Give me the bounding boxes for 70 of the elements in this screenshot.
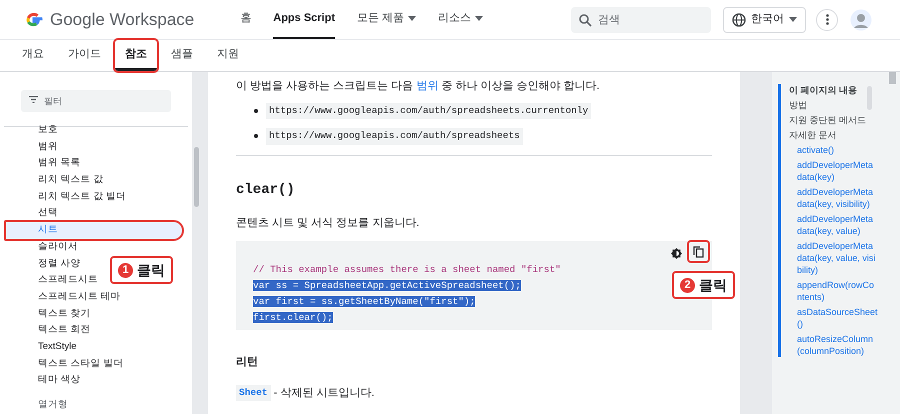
sidebar-item[interactable]: 스프레드시트 [38, 272, 98, 289]
more-options-button[interactable] [816, 8, 838, 30]
scope-url: https://www.googleapis.com/auth/spreadsheets [266, 128, 523, 144]
sidebar-item[interactable]: 보호 [38, 122, 58, 139]
language-button[interactable]: 한국어 [723, 6, 806, 32]
sidebar-section-heading: 열거형 [38, 398, 68, 412]
nav-link[interactable]: Apps Script [273, 0, 335, 39]
tab[interactable]: 샘플 [161, 40, 203, 71]
callout-text: 클릭 [137, 260, 165, 280]
sidebar-item[interactable]: 테마 색상 [38, 372, 81, 389]
scrollbar-thumb[interactable] [194, 147, 199, 207]
toc-link[interactable]: 자세한 문서 [789, 129, 878, 141]
return-type-link[interactable]: Sheet [236, 384, 271, 401]
theme-toggle-icon[interactable] [671, 248, 682, 259]
step-number: 1 [118, 262, 133, 278]
bullet-icon [254, 109, 258, 114]
sidebar-item[interactable]: 범위 [38, 138, 58, 156]
scope-paragraph: 이 방법을 사용하는 스크립트는 다음 범위 중 하나 이상을 승인해야 합니다. [236, 79, 601, 94]
toc-link[interactable]: asDataSourceSheet() [789, 306, 878, 330]
toc-link[interactable]: addDeveloperMetadata(key, value) [789, 213, 878, 237]
logo-text: Google Workspace [50, 8, 194, 31]
tab[interactable]: 개요 [12, 40, 54, 71]
toc-link[interactable]: 지원 중단된 메서드 [789, 114, 878, 126]
filter-field[interactable]: 필터 [21, 90, 171, 112]
method-heading: clear() [236, 180, 296, 200]
sidebar-item[interactable]: 텍스트 회전 [38, 322, 91, 339]
sidebar-item[interactable]: 슬라이서 [38, 238, 78, 256]
globe-icon [732, 12, 746, 26]
toc-link[interactable]: addDeveloperMetadata(key, value, visibility) [789, 240, 878, 276]
toc-link[interactable]: autoResizeColumn(columnPosition) [789, 333, 878, 357]
sidebar-item[interactable]: 시트 [6, 222, 182, 239]
toc-link[interactable]: addDeveloperMetadata(key) [789, 159, 878, 183]
copy-button[interactable] [687, 240, 710, 263]
toc-link[interactable]: addDeveloperMetadata(key, visibility) [789, 186, 878, 210]
page-scrollbar-thumb[interactable] [889, 72, 896, 84]
scope-url: https://www.googleapis.com/auth/spreadsheets.currentonly [266, 103, 592, 120]
code-line: // This example assumes there is a sheet named "first" [253, 264, 561, 275]
tab[interactable]: 참조 [115, 40, 157, 71]
tab[interactable]: 지원 [207, 40, 249, 71]
search-field[interactable]: 검색 [571, 6, 711, 32]
toc-link[interactable]: activate() [789, 144, 878, 156]
search-icon [579, 14, 592, 26]
toc-link[interactable]: 방법 [789, 99, 878, 111]
tab[interactable]: 가이드 [58, 40, 111, 71]
nav-link[interactable]: 리소스 [438, 0, 484, 39]
filter-icon [29, 96, 38, 103]
sidebar-item[interactable]: 선택 [38, 205, 58, 222]
more-vert-icon [826, 14, 828, 25]
sidebar-item[interactable]: 텍스트 찾기 [38, 306, 91, 322]
sidebar-item[interactable]: 정렬 사양 [38, 256, 81, 272]
sidebar-item[interactable]: TextStyle [38, 338, 77, 356]
copy-icon [693, 246, 704, 258]
return-description: - 삭제된 시트입니다. [272, 386, 374, 400]
callout-text: 클릭 [699, 276, 727, 294]
sidebar-item[interactable]: 범위 목록 [38, 155, 81, 172]
step-number: 2 [680, 278, 695, 292]
sidebar-item[interactable]: 리치 텍스트 값 빌더 [38, 188, 126, 206]
nav-link[interactable]: 홈 [240, 0, 252, 39]
toc-link[interactable]: appendRow(rowContents) [789, 279, 878, 303]
bullet-icon [254, 134, 258, 138]
toc-title: 이 페이지의 내용 [789, 84, 858, 96]
avatar-icon[interactable] [850, 8, 872, 30]
method-description: 콘텐츠 시트 및 서식 정보를 지웁니다. [236, 216, 420, 230]
return-heading: 리턴 [236, 355, 259, 370]
sidebar-item[interactable]: 텍스트 스타일 빌더 [38, 356, 124, 372]
caret-icon [789, 17, 797, 22]
nav-link[interactable]: 모든 제품 [357, 0, 416, 39]
sidebar-item[interactable]: 리치 텍스트 값 [38, 172, 104, 189]
scope-link[interactable]: 범위 [416, 80, 438, 92]
sidebar-item[interactable]: 스프레드시트 테마 [38, 288, 121, 306]
